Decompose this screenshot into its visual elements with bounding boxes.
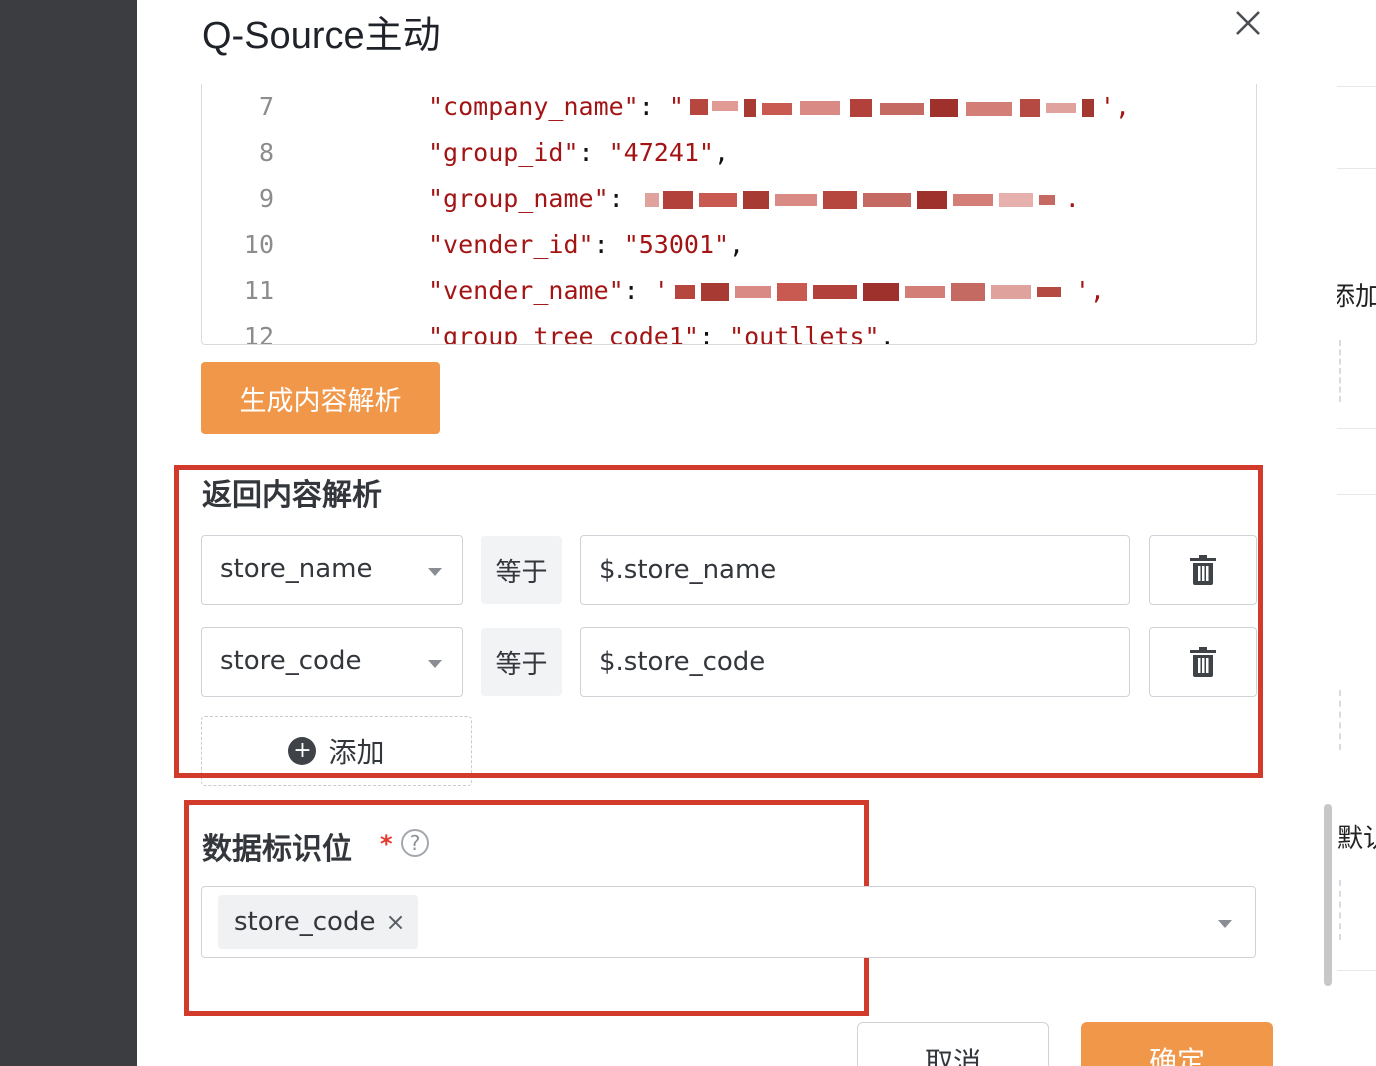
line-number: 12 [243, 322, 274, 345]
code-line: 8 "group_id": "47241", [202, 130, 1256, 176]
dialog-title: Q-Source主动 [202, 15, 441, 57]
code-line: 7 "company_name": " ', [202, 84, 1256, 130]
close-icon [1236, 11, 1260, 35]
plus-circle-icon: + [288, 737, 317, 765]
background-text: 默认 [1337, 824, 1376, 854]
code-line: 10 "vender_id": "53001", [202, 222, 1256, 268]
tag-close-icon[interactable]: × [385, 908, 405, 936]
chevron-down-icon [1218, 920, 1232, 928]
chevron-down-icon [428, 568, 442, 576]
data-identifier-select[interactable]: store_code × [201, 886, 1256, 958]
close-button[interactable] [1229, 4, 1267, 42]
code-content: "group_name": . [428, 184, 1080, 213]
help-icon[interactable]: ? [401, 829, 429, 857]
background-divider [1337, 970, 1376, 971]
delete-row-button[interactable] [1149, 535, 1257, 605]
add-row-button[interactable]: + 添加 [201, 716, 472, 786]
generate-parsing-button[interactable]: 生成内容解析 [201, 362, 440, 434]
expression-input[interactable] [580, 627, 1130, 697]
cancel-button[interactable]: 取消 [857, 1022, 1049, 1066]
line-number: 10 [243, 230, 274, 259]
background-text: 添加 [1337, 282, 1376, 312]
line-number: 11 [243, 276, 274, 305]
background-dashed-line [1339, 340, 1341, 402]
code-content: "vender_id": "53001", [428, 230, 745, 259]
background-divider [1337, 494, 1376, 495]
background-dashed-line [1339, 690, 1341, 750]
expression-input[interactable] [580, 535, 1130, 605]
code-content: "group_id": "47241", [428, 138, 730, 167]
background-divider [1337, 168, 1376, 169]
selected-tag: store_code × [218, 895, 418, 949]
field-select-value: store_name [220, 554, 373, 584]
add-row-label: 添加 [328, 736, 385, 769]
operator-label: 等于 [481, 536, 562, 604]
redacted-value [674, 283, 1061, 301]
background-divider [1337, 428, 1376, 429]
json-code-editor[interactable]: 7 "company_name": " ', 8 "group_id": "472… [201, 84, 1257, 345]
code-content: "vender_name": ' ', [428, 276, 1105, 305]
background-dashed-line [1339, 880, 1341, 940]
redacted-value [644, 191, 1055, 209]
line-number: 7 [258, 92, 274, 121]
selected-tag-label: store_code [234, 907, 376, 937]
required-marker: * [380, 830, 393, 858]
background-divider [1337, 86, 1376, 87]
trash-icon [1190, 647, 1216, 677]
delete-row-button[interactable] [1149, 627, 1257, 697]
confirm-button[interactable]: 确定 [1081, 1022, 1273, 1066]
trash-icon [1190, 555, 1216, 585]
field-select[interactable]: store_code [201, 627, 463, 697]
chevron-down-icon [428, 660, 442, 668]
q-source-dialog: Q-Source主动 7 "company_name": " ', 8 "grou… [137, 0, 1337, 1066]
field-select[interactable]: store_name [201, 535, 463, 605]
field-select-value: store_code [220, 646, 362, 676]
code-line: 11 "vender_name": ' ', [202, 268, 1256, 314]
code-content: "company_name": " ', [428, 92, 1130, 121]
line-number: 9 [258, 184, 274, 213]
data-identifier-label: 数据标识位 [202, 832, 352, 867]
code-content: "group_tree_code1": "outllets", [428, 322, 895, 345]
response-parsing-title: 返回内容解析 [202, 478, 382, 513]
line-number: 8 [258, 138, 274, 167]
operator-label: 等于 [481, 628, 562, 696]
code-line: 9 "group_name": . [202, 176, 1256, 222]
background-page-edge: 添加 默认 [1337, 0, 1376, 1066]
redacted-value [689, 99, 1094, 117]
code-line: 12 "group_tree_code1": "outllets", [202, 314, 1256, 345]
scrollbar-thumb[interactable] [1324, 804, 1332, 986]
